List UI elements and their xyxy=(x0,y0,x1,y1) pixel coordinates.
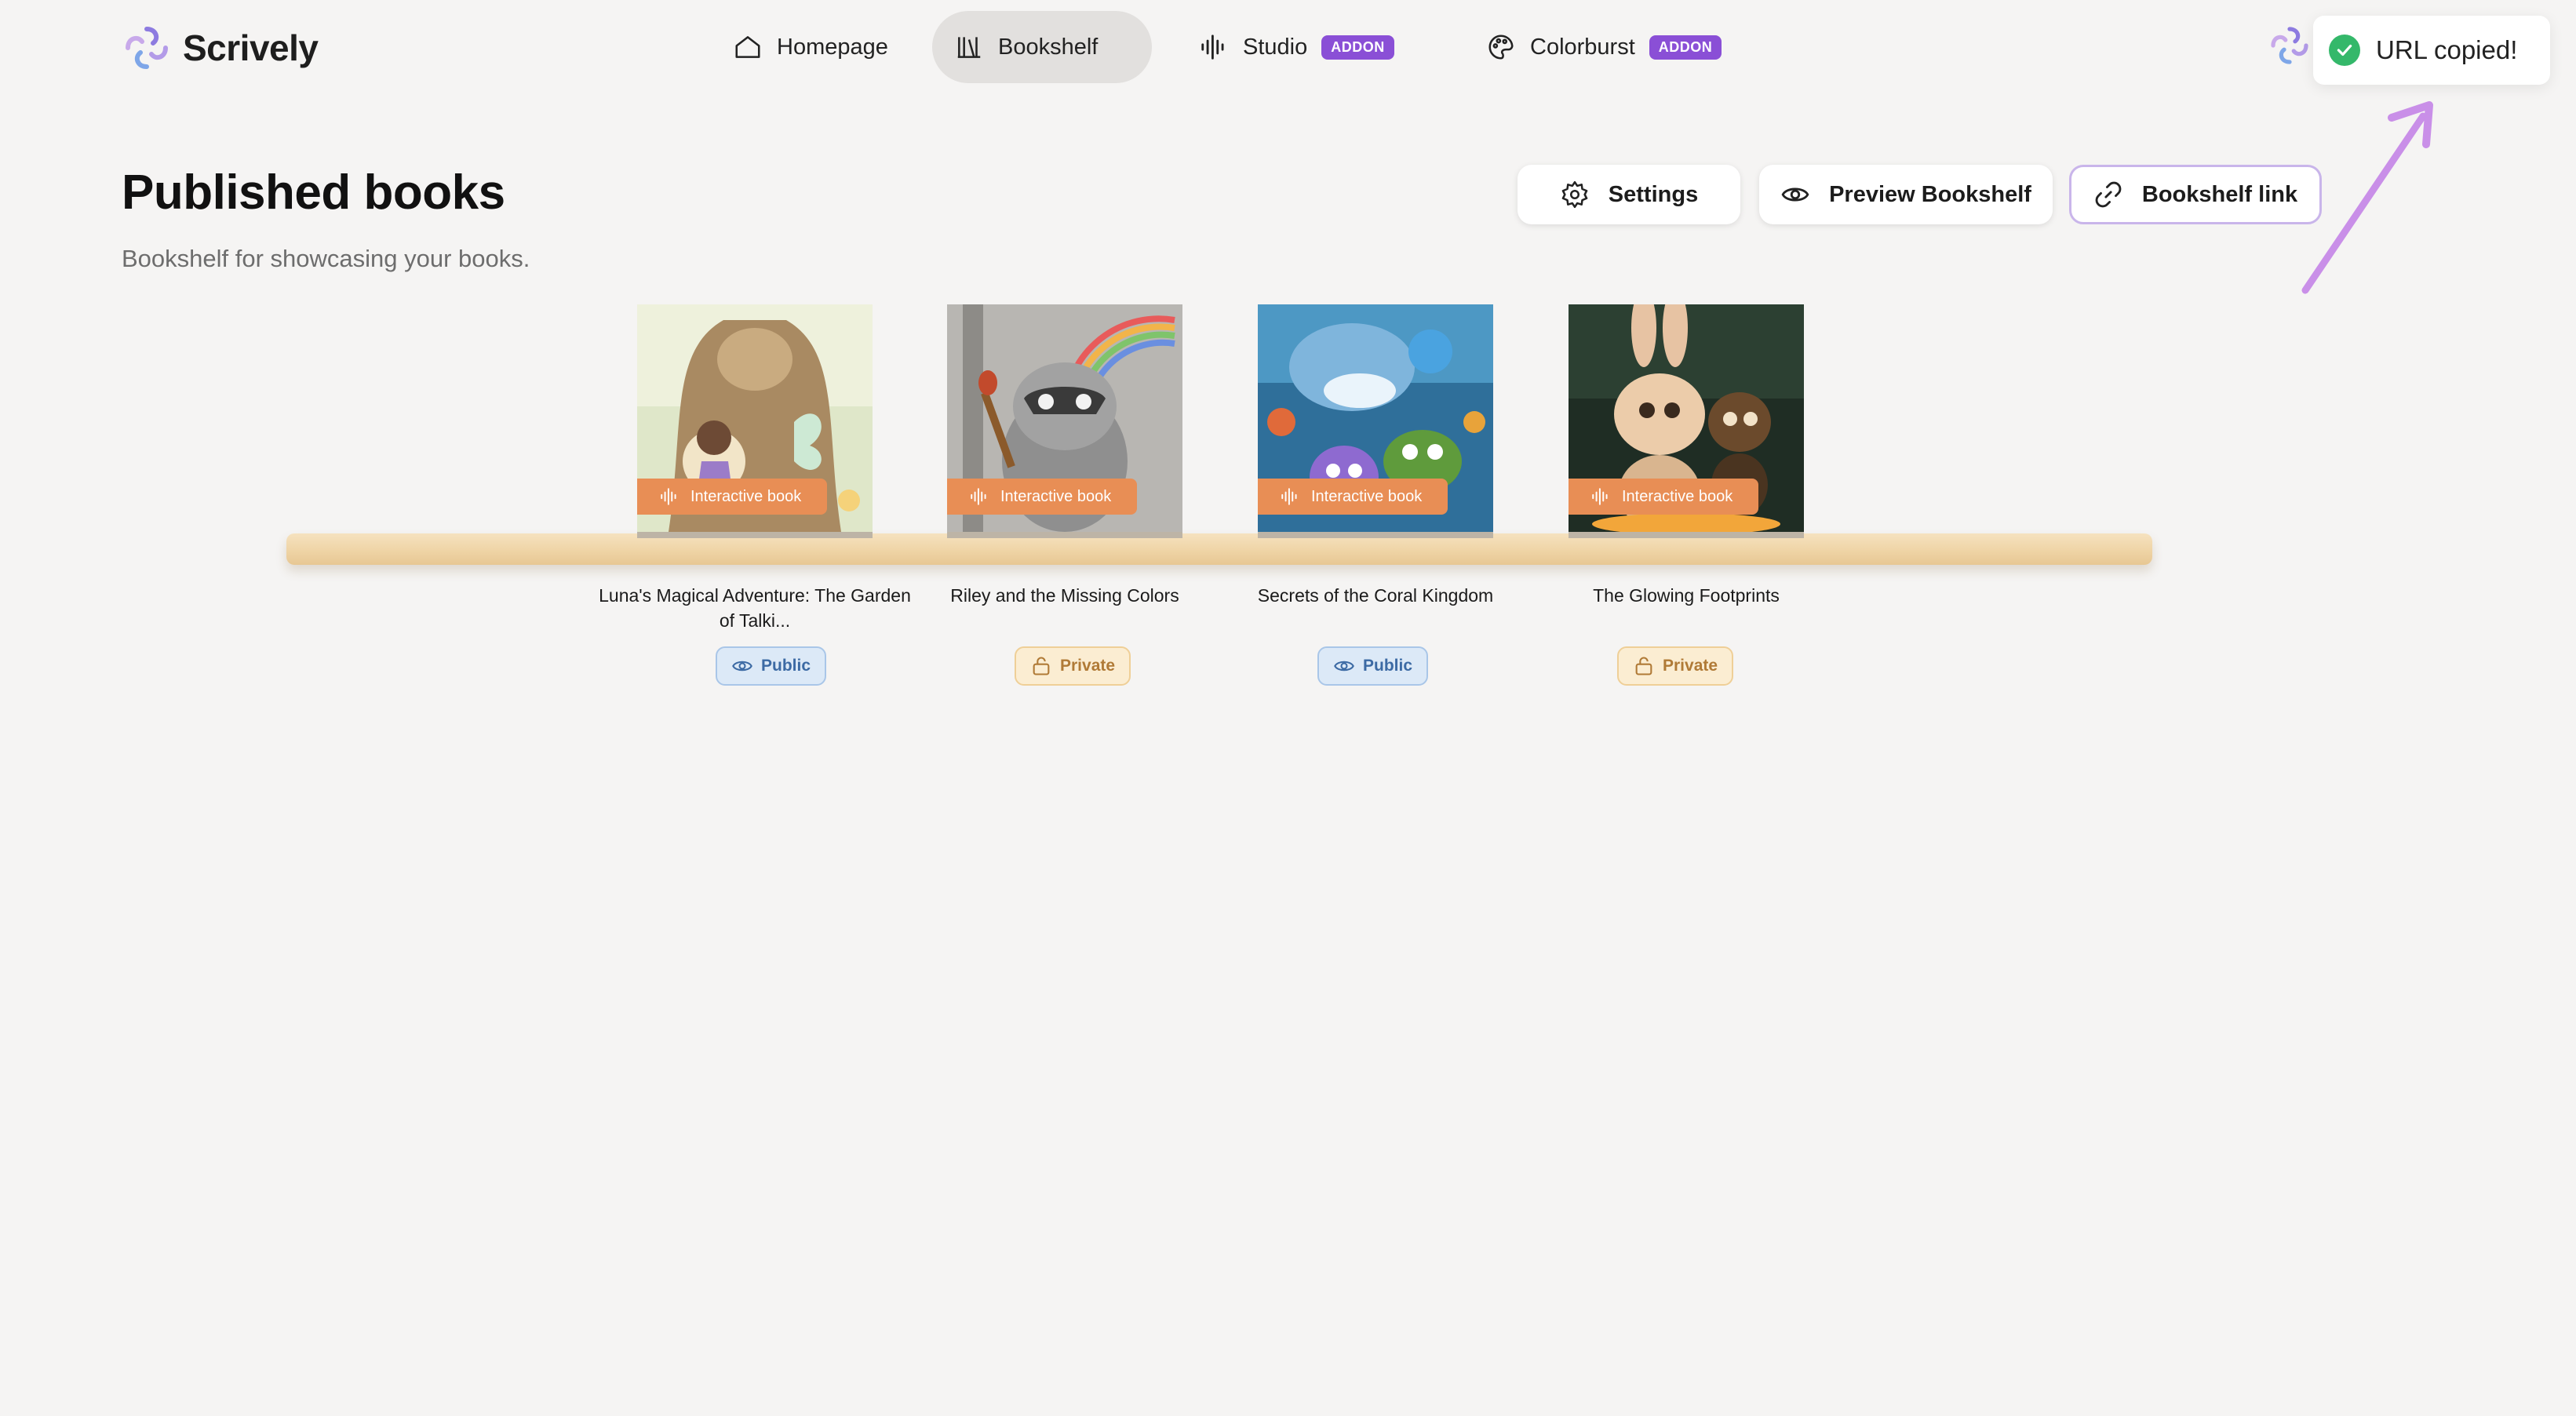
check-circle-icon xyxy=(2329,35,2360,66)
book-card[interactable]: Interactive book The Glowing Footprints … xyxy=(1569,304,1804,686)
status-label: Public xyxy=(1363,657,1413,675)
palette-icon xyxy=(1488,35,1514,60)
eye-icon xyxy=(1334,661,1354,672)
page-subtitle: Bookshelf for showcasing your books. xyxy=(122,245,530,272)
gear-icon xyxy=(1561,180,1588,209)
status-label: Private xyxy=(1060,657,1116,675)
eye-icon xyxy=(1781,187,1809,202)
bookshelf-link-label: Bookshelf link xyxy=(2141,181,2298,207)
status-label: Public xyxy=(761,657,811,675)
book-card[interactable]: Interactive book Riley and the Missing C… xyxy=(947,304,1182,686)
book-card[interactable]: Interactive book Luna's Magical Adventur… xyxy=(599,304,911,686)
book-cover[interactable]: Interactive book xyxy=(637,304,873,538)
interactive-book-badge: Interactive book xyxy=(637,479,827,515)
interactive-book-label: Interactive book xyxy=(690,487,802,505)
lock-icon xyxy=(1033,657,1050,675)
nav-studio-label: Studio xyxy=(1243,34,1308,60)
bookshelf-link-button[interactable]: Bookshelf link xyxy=(2069,165,2322,224)
book-cover[interactable]: Interactive book xyxy=(1258,304,1493,538)
interactive-book-label: Interactive book xyxy=(1311,487,1423,505)
status-label: Private xyxy=(1663,657,1718,675)
nav-homepage[interactable]: Homepage xyxy=(711,11,910,83)
nav-colorburst[interactable]: Colorburst ADDON xyxy=(1464,11,1743,83)
interactive-book-label: Interactive book xyxy=(1622,487,1733,505)
toast-message: URL copied! xyxy=(2376,35,2518,64)
home-icon xyxy=(735,36,760,58)
lock-icon xyxy=(1635,657,1652,675)
addon-badge: ADDON xyxy=(1321,35,1394,60)
book-card[interactable]: Interactive book Secrets of the Coral Ki… xyxy=(1258,304,1493,686)
url-copied-toast: URL copied! xyxy=(2313,16,2550,85)
main-nav: Homepage Bookshelf Studio ADDON Colorbur… xyxy=(0,11,2576,83)
user-avatar-icon[interactable] xyxy=(2268,24,2312,67)
book-cover[interactable]: Interactive book xyxy=(947,304,1182,538)
book-title[interactable]: Luna's Magical Adventure: The Garden of … xyxy=(590,583,920,633)
eye-icon xyxy=(732,661,752,672)
audio-wave-icon xyxy=(1592,488,1608,505)
preview-bookshelf-button[interactable]: Preview Bookshelf xyxy=(1759,165,2053,224)
audio-wave-icon xyxy=(1281,488,1297,505)
audio-wave-icon xyxy=(1201,35,1224,60)
interactive-book-label: Interactive book xyxy=(1000,487,1112,505)
interactive-book-badge: Interactive book xyxy=(1258,479,1448,515)
nav-homepage-label: Homepage xyxy=(777,34,888,60)
status-badge-private[interactable]: Private xyxy=(1617,646,1734,686)
book-title[interactable]: The Glowing Footprints xyxy=(1521,583,1851,608)
interactive-book-badge: Interactive book xyxy=(947,479,1137,515)
book-title[interactable]: Riley and the Missing Colors xyxy=(900,583,1230,608)
addon-badge: ADDON xyxy=(1649,35,1722,60)
interactive-book-badge: Interactive book xyxy=(1569,479,1758,515)
nav-bookshelf[interactable]: Bookshelf xyxy=(932,11,1152,83)
nav-bookshelf-label: Bookshelf xyxy=(998,34,1099,60)
settings-label: Settings xyxy=(1608,181,1699,207)
page-title: Published books xyxy=(122,166,505,220)
bookshelf-icon xyxy=(957,37,981,58)
audio-wave-icon xyxy=(971,488,986,505)
book-title[interactable]: Secrets of the Coral Kingdom xyxy=(1211,583,1540,608)
nav-colorburst-label: Colorburst xyxy=(1530,34,1635,60)
link-icon xyxy=(2095,181,2122,208)
settings-button[interactable]: Settings xyxy=(1518,165,1740,224)
status-badge-public[interactable]: Public xyxy=(1317,646,1429,686)
book-cover[interactable]: Interactive book xyxy=(1569,304,1804,538)
wooden-shelf xyxy=(286,533,2152,565)
preview-label: Preview Bookshelf xyxy=(1829,181,2031,207)
nav-studio[interactable]: Studio ADDON xyxy=(1177,11,1416,83)
status-badge-private[interactable]: Private xyxy=(1015,646,1131,686)
audio-wave-icon xyxy=(661,488,676,505)
status-badge-public[interactable]: Public xyxy=(716,646,827,686)
